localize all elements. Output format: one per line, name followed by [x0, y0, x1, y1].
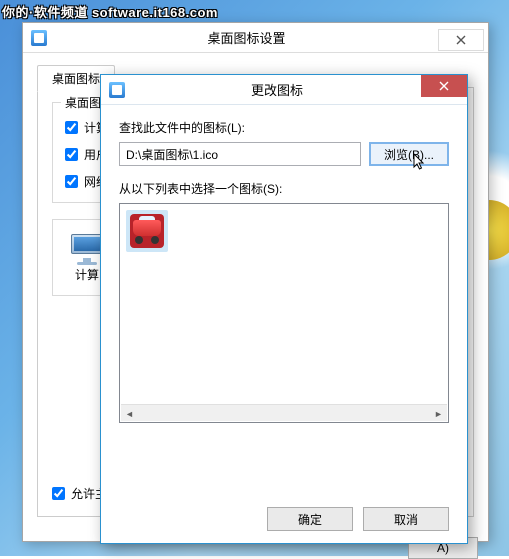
- close-icon: [439, 81, 449, 91]
- checkbox-network-input[interactable]: [65, 175, 78, 188]
- child-title: 更改图标: [133, 80, 421, 99]
- checkbox-computer-input[interactable]: [65, 121, 78, 134]
- icon-caption: 计算: [75, 266, 99, 283]
- scroll-left-icon[interactable]: ◄: [121, 405, 138, 422]
- parent-title: 桌面图标设置: [55, 28, 438, 47]
- child-close-button[interactable]: [421, 75, 467, 97]
- select-label: 从以下列表中选择一个图标(S):: [119, 180, 449, 197]
- watermark-text: 你的·软件频道 software.it168.com: [2, 2, 218, 21]
- icon-path-input[interactable]: [119, 142, 361, 166]
- horizontal-scrollbar[interactable]: ◄ ►: [121, 404, 447, 421]
- icon-list[interactable]: ◄ ►: [119, 203, 449, 423]
- browse-button-label: 浏览(B)...: [384, 146, 434, 163]
- scroll-right-icon[interactable]: ►: [430, 405, 447, 422]
- checkbox-allow-themes-input[interactable]: [52, 487, 65, 500]
- close-icon: [456, 35, 466, 45]
- checkbox-allow-themes[interactable]: 允许主: [52, 485, 107, 502]
- ok-button[interactable]: 确定: [267, 507, 353, 531]
- browse-button[interactable]: 浏览(B)...: [369, 142, 449, 166]
- car-icon: [130, 214, 164, 248]
- list-item[interactable]: [126, 210, 168, 252]
- cancel-button[interactable]: 取消: [363, 507, 449, 531]
- child-title-icon: [109, 82, 125, 98]
- parent-titlebar[interactable]: 桌面图标设置: [23, 23, 488, 53]
- checkbox-userfiles-input[interactable]: [65, 148, 78, 161]
- title-icon: [31, 30, 47, 46]
- search-label: 查找此文件中的图标(L):: [119, 119, 449, 136]
- change-icon-dialog: 更改图标 查找此文件中的图标(L): 浏览(B)... 从以下列表中选择一个图标…: [100, 74, 468, 544]
- parent-close-button[interactable]: [438, 29, 484, 51]
- child-titlebar[interactable]: 更改图标: [101, 75, 467, 105]
- fieldset-legend: 桌面图: [61, 94, 105, 111]
